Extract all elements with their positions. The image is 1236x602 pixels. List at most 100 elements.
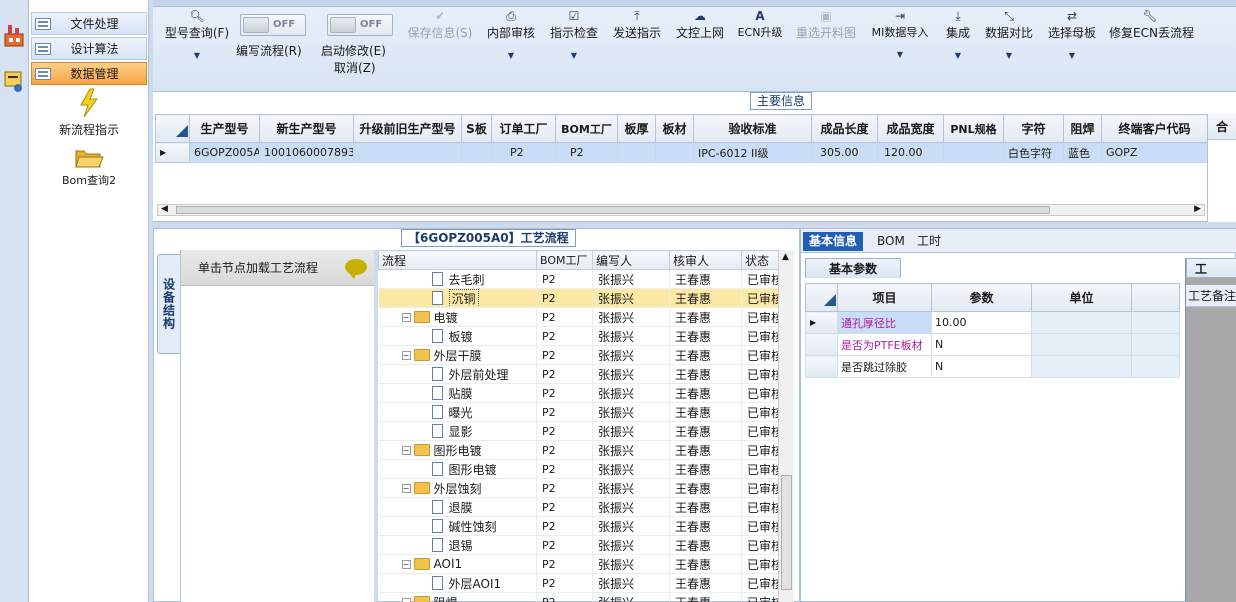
table-cell[interactable]: [461, 142, 492, 163]
column-header[interactable]: 订单工厂: [491, 114, 556, 143]
tree-cell-reviewer[interactable]: 王春惠: [669, 345, 742, 365]
tree-row[interactable]: 板镀 P2张振兴王春惠已审核: [378, 326, 779, 346]
column-header[interactable]: 验收标准: [693, 114, 812, 143]
tree-row[interactable]: 显影 P2张振兴王春惠已审核: [378, 421, 779, 441]
tree-cell-status[interactable]: 已审核: [741, 269, 779, 289]
param-item[interactable]: 是否跳过除胶: [837, 355, 932, 378]
column-header[interactable]: 成品长度: [811, 114, 878, 143]
tree-row[interactable]: 退锡 P2张振兴王春惠已审核: [378, 535, 779, 555]
tree-row[interactable]: 碱性蚀刻 P2张振兴王春惠已审核: [378, 516, 779, 536]
param-unit[interactable]: [1031, 333, 1132, 356]
tree-cell-writer[interactable]: 张振兴: [592, 383, 670, 403]
column-header[interactable]: 阻焊: [1063, 114, 1102, 143]
column-header[interactable]: 升级前旧生产型号: [353, 114, 462, 143]
scroll-up-icon[interactable]: ▲: [782, 252, 789, 262]
tree-cell-reviewer[interactable]: 王春惠: [669, 326, 742, 346]
tree-cell-reviewer[interactable]: 王春惠: [669, 573, 742, 593]
tree-row[interactable]: 退膜 P2张振兴王春惠已审核: [378, 497, 779, 517]
horizontal-scrollbar[interactable]: ◀ ▶: [157, 204, 1205, 216]
tree-cell-writer[interactable]: 张振兴: [592, 269, 670, 289]
load-flow-hint[interactable]: 单击节点加载工艺流程: [181, 250, 375, 286]
tree-row[interactable]: − 阻焊 P2张振兴王春惠已审核: [378, 592, 779, 602]
param-value[interactable]: N: [931, 355, 1032, 378]
column-header[interactable]: 状态: [741, 250, 779, 270]
tree-cell-bom[interactable]: P2: [536, 554, 593, 574]
tree-cell-status[interactable]: 已审核: [741, 516, 779, 536]
table-cell[interactable]: 120.00: [877, 142, 944, 163]
tree-cell-bom[interactable]: P2: [536, 592, 593, 602]
ecn-upgrade-button[interactable]: A ECN升级: [735, 8, 785, 40]
column-header[interactable]: 生产型号: [189, 114, 260, 143]
tree-row[interactable]: 贴膜 P2张振兴王春惠已审核: [378, 383, 779, 403]
tab-bom[interactable]: BOM: [871, 232, 911, 251]
tab-basic-params[interactable]: 基本参数: [805, 258, 901, 278]
tree-row[interactable]: − 图形电镀 P2张振兴王春惠已审核: [378, 440, 779, 460]
table-cell[interactable]: [655, 142, 694, 163]
tree-cell-bom[interactable]: P2: [536, 402, 593, 422]
tree-cell-bom[interactable]: P2: [536, 307, 593, 327]
params-row[interactable]: 是否为PTFE板材 N: [805, 333, 1180, 356]
tree-cell-writer[interactable]: 张振兴: [592, 554, 670, 574]
table-cell[interactable]: [353, 142, 462, 163]
tree-cell-writer[interactable]: 张振兴: [592, 535, 670, 555]
collapse-icon[interactable]: −: [401, 445, 411, 455]
tree-cell-reviewer[interactable]: 王春惠: [669, 497, 742, 517]
param-item[interactable]: 通孔厚径比: [837, 311, 932, 334]
tree-cell-reviewer[interactable]: 王春惠: [669, 307, 742, 327]
tree-cell-bom[interactable]: P2: [536, 269, 593, 289]
tree-cell-bom[interactable]: P2: [536, 345, 593, 365]
tree-cell-reviewer[interactable]: 王春惠: [669, 383, 742, 403]
factory-icon[interactable]: [3, 22, 25, 48]
tree-cell-reviewer[interactable]: 王春惠: [669, 535, 742, 555]
tree-cell-status[interactable]: 已审核: [741, 459, 779, 479]
tree-cell-status[interactable]: 已审核: [741, 478, 779, 498]
column-header[interactable]: 终端客户代码: [1101, 114, 1208, 143]
data-compare-button[interactable]: ⤡ 数据对比 ▼: [983, 8, 1035, 60]
table-cell[interactable]: 白色字符: [1003, 142, 1064, 163]
param-item[interactable]: 是否为PTFE板材: [837, 333, 932, 356]
tree-cell-bom[interactable]: P2: [536, 383, 593, 403]
tree-cell-status[interactable]: 已审核: [741, 288, 779, 308]
tree-cell-reviewer[interactable]: 王春惠: [669, 459, 742, 479]
tree-cell-bom[interactable]: P2: [536, 478, 593, 498]
table-cell[interactable]: 10010600078938: [259, 142, 354, 163]
mi-data-import-button[interactable]: ⇥ MI数据导入 ▼: [867, 8, 933, 59]
tree-cell-bom[interactable]: P2: [536, 516, 593, 536]
param-value[interactable]: 10.00: [931, 311, 1032, 334]
tab-process[interactable]: 工: [1186, 258, 1236, 278]
tree-cell-status[interactable]: 已审核: [741, 554, 779, 574]
column-header[interactable]: 新生产型号: [259, 114, 354, 143]
select-master-board-button[interactable]: ⇄ 选择母板 ▼: [1046, 8, 1098, 60]
equipment-structure-tab[interactable]: 设备结构: [157, 254, 181, 354]
collapse-icon[interactable]: −: [401, 350, 411, 360]
tree-cell-writer[interactable]: 张振兴: [592, 288, 670, 308]
tree-cell-status[interactable]: 已审核: [741, 402, 779, 422]
table-cell[interactable]: [617, 142, 656, 163]
table-cell[interactable]: P2: [555, 142, 618, 163]
nav-item-data-management[interactable]: 数据管理: [31, 62, 147, 85]
tree-cell-status[interactable]: 已审核: [741, 573, 779, 593]
tree-row[interactable]: 曝光 P2张振兴王春惠已审核: [378, 402, 779, 422]
tree-row[interactable]: 外层AOI1 P2张振兴王春惠已审核: [378, 573, 779, 593]
shortcut-new-flow-instruction[interactable]: 新流程指示: [47, 88, 131, 140]
column-header[interactable]: 字符: [1003, 114, 1064, 143]
tree-cell-status[interactable]: 已审核: [741, 497, 779, 517]
tree-row[interactable]: 图形电镀 P2张振兴王春惠已审核: [378, 459, 779, 479]
tree-cell-writer[interactable]: 张振兴: [592, 497, 670, 517]
vertical-scrollbar[interactable]: ▲: [778, 250, 794, 602]
tree-cell-status[interactable]: 已审核: [741, 383, 779, 403]
column-header[interactable]: 成品宽度: [877, 114, 944, 143]
table-row[interactable]: ▶ 6GOPZ005A0 10010600078938 P2 P2 IPC-60…: [155, 142, 1208, 163]
collapse-icon[interactable]: −: [401, 483, 411, 493]
tree-row[interactable]: − 外层干膜 P2张振兴王春惠已审核: [378, 345, 779, 365]
tree-cell-bom[interactable]: P2: [536, 440, 593, 460]
tree-cell-reviewer[interactable]: 王春惠: [669, 592, 742, 602]
column-header[interactable]: 板材: [655, 114, 694, 143]
tree-cell-writer[interactable]: 张振兴: [592, 516, 670, 536]
column-header[interactable]: BOM工厂: [555, 114, 618, 143]
tree-cell-reviewer[interactable]: 王春惠: [669, 269, 742, 289]
table-cell[interactable]: 305.00: [811, 142, 878, 163]
integrate-button[interactable]: ⤓ 集成 ▼: [941, 8, 975, 60]
tree-cell-bom[interactable]: P2: [536, 326, 593, 346]
scroll-right-icon[interactable]: ▶: [1194, 204, 1201, 214]
